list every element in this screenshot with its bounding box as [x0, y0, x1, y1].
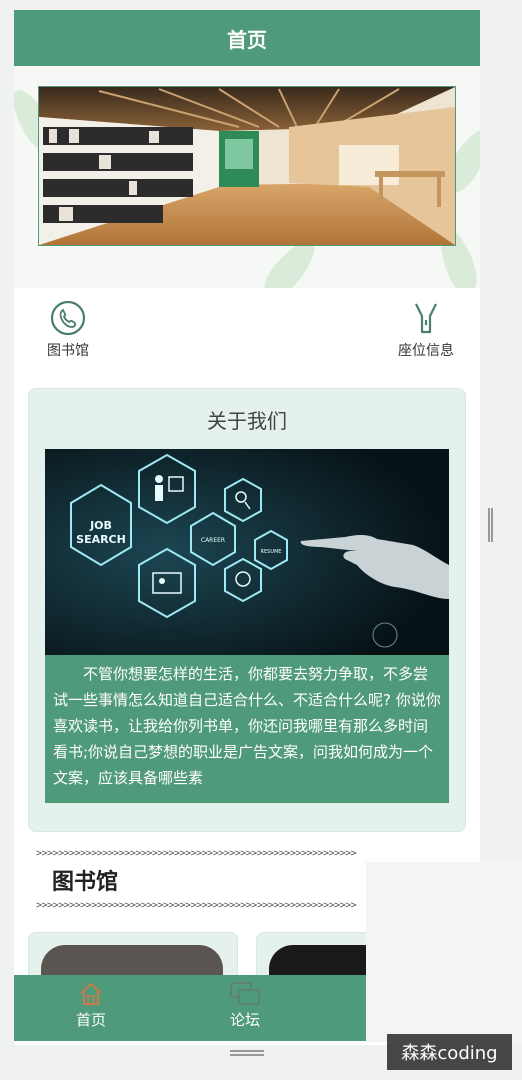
- tab-home[interactable]: 首页: [46, 981, 136, 1030]
- library-banner-image[interactable]: [38, 86, 456, 246]
- nav-label-seat-info: 座位信息: [398, 343, 454, 359]
- about-us-title: 关于我们: [207, 409, 287, 433]
- about-us-text: 不管你想要怎样的生活，你都要去努力争取，不多尝试一些事情怎么知道自己适合什么、不…: [45, 655, 449, 803]
- page-header: 首页: [14, 10, 480, 66]
- divider-top: >>>>>>>>>>>>>>>>>>>>>>>>>>>>>>>>>>>>>>>>…: [36, 848, 357, 859]
- nav-item-library[interactable]: 图书馆: [28, 300, 108, 360]
- quick-nav: 图书馆 座位信息: [14, 290, 480, 370]
- search-text: SEARCH: [76, 533, 126, 546]
- nav-item-seat-info[interactable]: 座位信息: [386, 300, 466, 360]
- tab-forum-label: 论坛: [229, 1011, 260, 1029]
- job-text: JOB: [89, 519, 112, 532]
- library-section-title: 图书馆: [52, 870, 119, 895]
- forum-icon: [200, 981, 290, 1007]
- resume-text: RESUME: [261, 549, 282, 555]
- banner-area: [14, 66, 480, 288]
- career-hexagon-illustration: JOB SEARCH CAREER RESUME: [45, 449, 449, 655]
- career-text: CAREER: [201, 537, 225, 544]
- phone-icon: [28, 300, 108, 336]
- home-icon: [46, 981, 136, 1007]
- library-interior-illustration: [39, 87, 455, 245]
- nav-label-library: 图书馆: [47, 343, 89, 359]
- tab-forum[interactable]: 论坛: [200, 981, 290, 1030]
- scrollbar-handle[interactable]: [488, 508, 493, 542]
- about-us-card: 关于我们 JOB SEARCH CAREER RESUME 不管你想要怎样的生活…: [28, 388, 466, 832]
- tab-home-label: 首页: [75, 1011, 106, 1029]
- about-us-image: JOB SEARCH CAREER RESUME: [45, 449, 449, 655]
- home-indicator[interactable]: [230, 1050, 264, 1056]
- blurred-overlay: [366, 862, 522, 1042]
- page-title: 首页: [227, 27, 267, 52]
- flashlight-icon: [386, 300, 466, 336]
- watermark: 森森coding: [387, 1034, 512, 1070]
